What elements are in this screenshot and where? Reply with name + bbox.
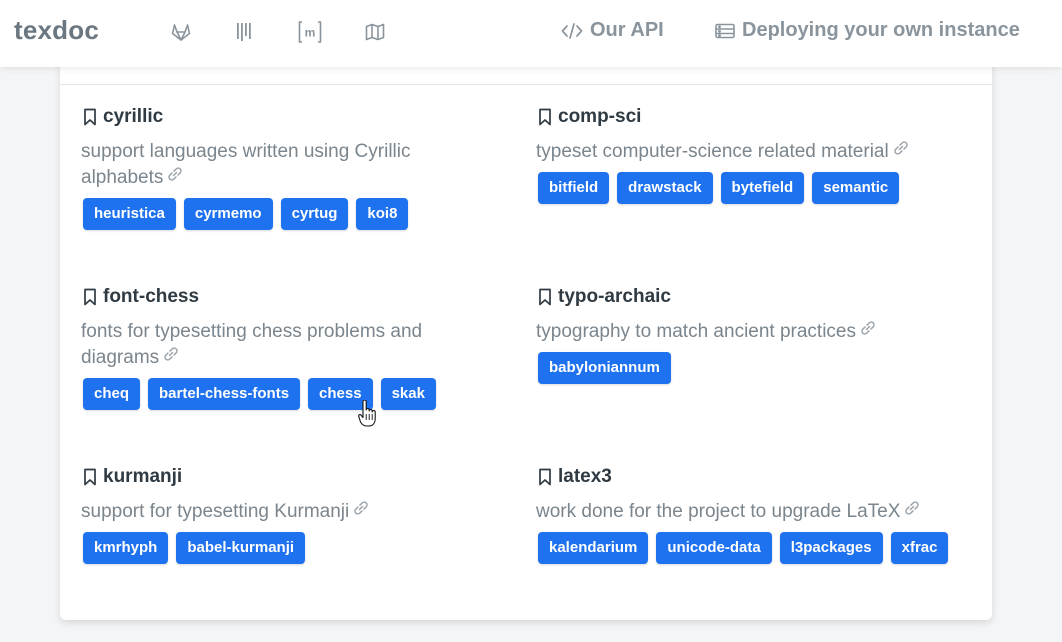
api-link-label: Our API bbox=[590, 19, 664, 41]
topic-name: font-chess bbox=[103, 286, 200, 307]
topic-kurmanji: kurmanji support for typesetting Kurmanj… bbox=[81, 465, 511, 565]
bookmark-icon bbox=[84, 288, 96, 306]
deploy-link[interactable]: Deploying your own instance bbox=[715, 19, 1020, 42]
svg-text:m: m bbox=[305, 26, 316, 40]
topic-desc-line1: support languages written using Cyrillic bbox=[81, 141, 411, 162]
topic-title[interactable]: font-chess bbox=[81, 285, 511, 309]
tag-list: babyloniannum bbox=[536, 352, 966, 385]
api-link[interactable]: Our API bbox=[561, 19, 664, 42]
topic-description: work done for the project to upgrade LaT… bbox=[536, 499, 966, 525]
tag-button[interactable]: heuristica bbox=[83, 198, 176, 231]
topic-description: support languages written using Cyrillic… bbox=[81, 139, 511, 191]
topic-desc-line1: typography to match ancient practices bbox=[536, 321, 857, 343]
bookmark-icon bbox=[539, 108, 551, 126]
tag-list: kalendarium unicode-data l3packages xfra… bbox=[536, 532, 966, 565]
tag-list: cheq bartel-chess-fonts chess skak bbox=[81, 378, 511, 411]
tag-button[interactable]: bitfield bbox=[538, 172, 610, 205]
link-icon[interactable] bbox=[892, 139, 910, 165]
bookmark-icon bbox=[84, 108, 96, 126]
bars-icon[interactable] bbox=[233, 20, 257, 44]
topic-description: typography to match ancient practices bbox=[536, 319, 966, 345]
topic-name: kurmanji bbox=[103, 466, 183, 487]
topic-name: latex3 bbox=[558, 466, 612, 487]
link-icon[interactable] bbox=[166, 165, 184, 191]
tag-button[interactable]: l3packages bbox=[779, 532, 883, 565]
topic-description: support for typesetting Kurmanji bbox=[81, 499, 511, 525]
topic-desc-line1: work done for the project to upgrade LaT… bbox=[536, 501, 901, 523]
tag-button[interactable]: drawstack bbox=[617, 172, 713, 205]
tag-button[interactable]: xfrac bbox=[890, 532, 949, 565]
topic-title[interactable]: kurmanji bbox=[81, 465, 511, 489]
topic-desc-line2: diagrams bbox=[81, 347, 160, 369]
topic-title[interactable]: cyrillic bbox=[81, 105, 511, 129]
gitlab-icon[interactable] bbox=[169, 20, 193, 44]
tag-button[interactable]: kalendarium bbox=[538, 532, 649, 565]
deploy-link-label: Deploying your own instance bbox=[742, 19, 1020, 41]
tag-button[interactable]: skak bbox=[380, 378, 436, 411]
tag-button[interactable]: bytefield bbox=[720, 172, 805, 205]
map-icon[interactable] bbox=[363, 20, 387, 44]
code-icon bbox=[561, 22, 583, 39]
tag-button[interactable]: cyrtug bbox=[280, 198, 349, 231]
tag-button[interactable]: kmrhyph bbox=[83, 532, 169, 565]
link-icon[interactable] bbox=[859, 319, 877, 345]
topic-desc-line2: alphabets bbox=[81, 167, 164, 189]
link-icon[interactable] bbox=[352, 499, 370, 525]
topic-comp-sci: comp-sci typeset computer-science relate… bbox=[536, 105, 966, 205]
tag-button[interactable]: bartel-chess-fonts bbox=[148, 378, 301, 411]
server-icon bbox=[715, 23, 735, 38]
link-icon[interactable] bbox=[162, 345, 180, 371]
topic-description: fonts for typesetting chess problems and… bbox=[81, 319, 511, 371]
topic-desc-line1: fonts for typesetting chess problems and bbox=[81, 321, 423, 342]
tag-list: heuristica cyrmemo cyrtug koi8 bbox=[81, 198, 511, 231]
topics-card: cyrillic support languages written using… bbox=[60, 40, 992, 620]
topic-title[interactable]: typo-archaic bbox=[536, 285, 966, 309]
topic-font-chess: font-chess fonts for typesetting chess p… bbox=[81, 285, 511, 411]
tag-button[interactable]: semantic bbox=[812, 172, 900, 205]
topic-typo-archaic: typo-archaic typography to match ancient… bbox=[536, 285, 966, 385]
card-divider bbox=[60, 84, 992, 85]
bookmark-icon bbox=[84, 468, 96, 486]
brand-logo[interactable]: texdoc bbox=[14, 15, 99, 46]
tag-button[interactable]: babyloniannum bbox=[538, 352, 671, 385]
topic-name: typo-archaic bbox=[558, 286, 671, 307]
tag-button[interactable]: cyrmemo bbox=[183, 198, 273, 231]
tag-list: bitfield drawstack bytefield semantic bbox=[536, 172, 966, 205]
link-icon[interactable] bbox=[903, 499, 921, 525]
topic-cyrillic: cyrillic support languages written using… bbox=[81, 105, 511, 231]
tag-button[interactable]: cheq bbox=[83, 378, 141, 411]
topic-description: typeset computer-science related materia… bbox=[536, 139, 966, 165]
topic-latex3: latex3 work done for the project to upgr… bbox=[536, 465, 966, 565]
tag-button[interactable]: koi8 bbox=[356, 198, 409, 231]
topic-title[interactable]: comp-sci bbox=[536, 105, 966, 129]
topic-desc-line1: typeset computer-science related materia… bbox=[536, 141, 889, 163]
topic-name: cyrillic bbox=[103, 106, 164, 127]
topic-name: comp-sci bbox=[558, 106, 642, 127]
topic-desc-line1: support for typesetting Kurmanji bbox=[81, 501, 350, 523]
bookmark-icon bbox=[539, 468, 551, 486]
tag-button[interactable]: unicode-data bbox=[656, 532, 772, 565]
matrix-icon[interactable]: m bbox=[298, 20, 322, 44]
topic-title[interactable]: latex3 bbox=[536, 465, 966, 489]
tag-button[interactable]: babel-kurmanji bbox=[176, 532, 306, 565]
top-navbar: texdoc m Our API Deploying your own inst… bbox=[0, 0, 1062, 67]
bookmark-icon bbox=[539, 288, 551, 306]
tag-list: kmrhyph babel-kurmanji bbox=[81, 532, 511, 565]
hand-cursor-icon bbox=[358, 400, 376, 427]
